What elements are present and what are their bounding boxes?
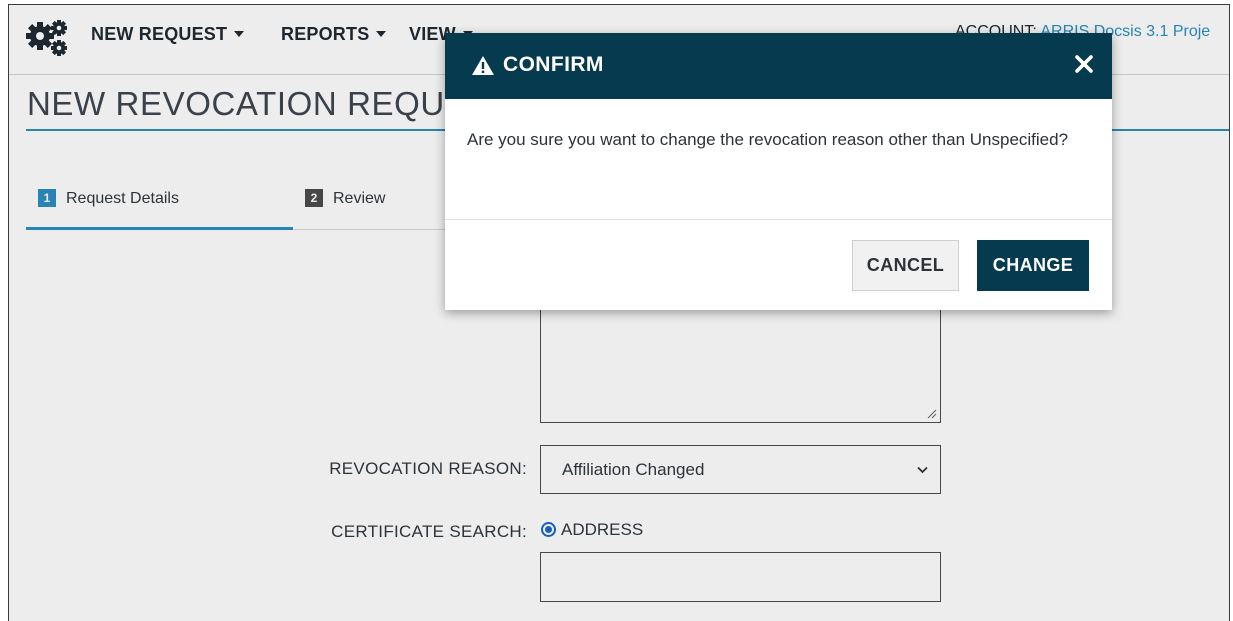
- dialog-title: CONFIRM: [503, 53, 604, 76]
- app-window: NEW REQUEST REPORTS VIEW ACCOUNT: ARRIS …: [8, 4, 1230, 621]
- close-icon[interactable]: [1073, 53, 1095, 75]
- confirm-dialog: CONFIRM Are you sure you want to change …: [445, 33, 1112, 310]
- dialog-divider: [445, 219, 1112, 220]
- warning-icon: [472, 56, 494, 75]
- dialog-header: CONFIRM: [445, 33, 1112, 99]
- change-button[interactable]: CHANGE: [977, 240, 1089, 291]
- dialog-message: Are you sure you want to change the revo…: [467, 130, 1069, 149]
- cancel-button[interactable]: CANCEL: [852, 240, 959, 291]
